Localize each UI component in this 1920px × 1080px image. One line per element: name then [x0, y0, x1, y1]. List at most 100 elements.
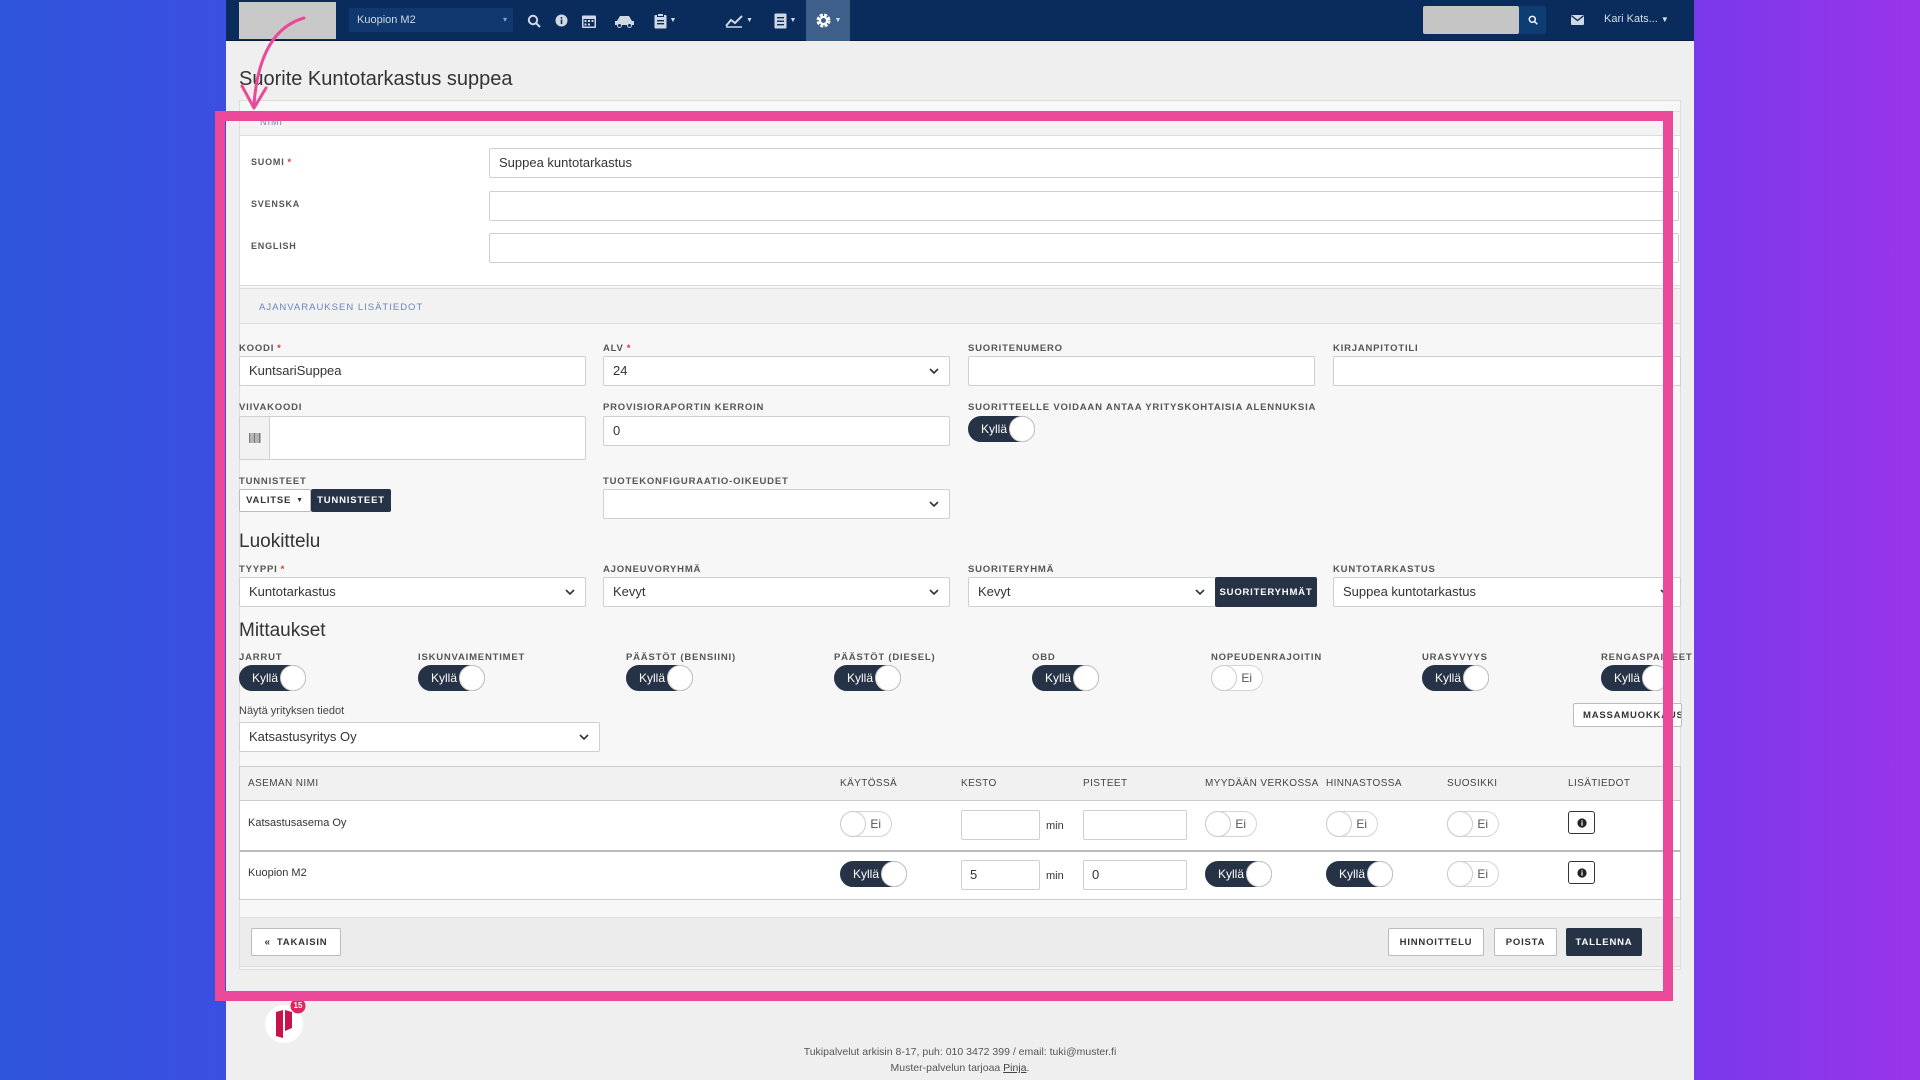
urasyvyys-toggle[interactable]: Kyllä: [1422, 665, 1489, 691]
alv-label: ALV *: [603, 343, 632, 354]
rengaspaineet-toggle[interactable]: Kyllä: [1601, 665, 1668, 691]
user-menu[interactable]: Kari Kats... ▼: [1604, 13, 1669, 25]
back-button[interactable]: « TAKAISIN: [251, 928, 341, 956]
chevron-down-icon: [1660, 589, 1670, 596]
station-name: Katsastusasema Oy: [248, 817, 347, 829]
gear-icon[interactable]: ▼: [806, 0, 850, 41]
tyyppi-select-value: Kuntotarkastus: [249, 584, 336, 599]
kirjanpitotili-input[interactable]: [1333, 356, 1681, 386]
toggle-label: Ei: [1235, 817, 1246, 831]
ajoneuvoryhma-select[interactable]: Kevyt: [603, 577, 950, 607]
chevron-down-icon: ▼: [746, 17, 753, 24]
toggle-knob: [1447, 811, 1473, 837]
company-label: Näytä yrityksen tiedot: [239, 705, 345, 717]
mittaukset-heading: Mittaukset: [239, 620, 326, 641]
chart-icon[interactable]: ▼: [717, 0, 761, 41]
measurement-label: PÄÄSTÖT (DIESEL): [834, 652, 936, 663]
booking-info-panel[interactable]: AJANVARAUKSEN LISÄTIEDOT: [239, 288, 1681, 324]
verkossa-toggle[interactable]: Ei: [1205, 811, 1257, 837]
clipboard-icon[interactable]: ▼: [645, 0, 685, 41]
search-icon[interactable]: [1519, 6, 1546, 34]
toggle-knob: [1009, 416, 1035, 442]
toggle-label: Kyllä: [1614, 671, 1641, 685]
kesto-unit: min: [1046, 820, 1064, 832]
station-name: Kuopion M2: [248, 867, 307, 879]
chevron-down-icon: ▼: [669, 17, 677, 24]
kuntotarkastus-select[interactable]: Suppea kuntotarkastus: [1333, 577, 1681, 607]
toggle-knob: [1463, 665, 1489, 691]
kesto-input[interactable]: 5: [961, 860, 1040, 890]
paastot-bensiini-toggle[interactable]: Kyllä: [626, 665, 693, 691]
iskunvaimentimet-toggle[interactable]: Kyllä: [418, 665, 485, 691]
kirjanpitotili-label: KIRJANPITOTILI: [1333, 343, 1419, 354]
provider-link[interactable]: Pinja: [1003, 1062, 1026, 1074]
nopeudenrajoitin-toggle[interactable]: Ei: [1211, 665, 1263, 691]
provider-info: Muster-palvelun tarjoaa Pinja.: [226, 1062, 1694, 1074]
pointer-arrow-icon: [240, 16, 306, 110]
chevron-down-icon: [1195, 589, 1205, 596]
global-search-input[interactable]: [1423, 6, 1519, 34]
pricing-button[interactable]: HINNOITTELU: [1388, 928, 1484, 956]
booking-info-label[interactable]: AJANVARAUKSEN LISÄTIEDOT: [259, 302, 423, 313]
hinnastossa-toggle[interactable]: Ei: [1326, 811, 1378, 837]
pisteet-input[interactable]: [1083, 810, 1187, 840]
chevron-down-icon: ▼: [1660, 15, 1669, 24]
viivakoodi-field[interactable]: [239, 416, 586, 460]
info-icon[interactable]: [1568, 861, 1595, 884]
suosikki-toggle[interactable]: Ei: [1447, 861, 1499, 887]
chevron-down-icon: [565, 589, 575, 596]
alv-select[interactable]: 24: [603, 356, 950, 386]
company-select-value: Katsastusyritys Oy: [249, 729, 357, 744]
pisteet-input[interactable]: 0: [1083, 860, 1187, 890]
jarrut-toggle[interactable]: Kyllä: [239, 665, 306, 691]
verkossa-toggle[interactable]: Kyllä: [1205, 861, 1272, 887]
kesto-input[interactable]: [961, 810, 1040, 840]
provisio-input[interactable]: 0: [603, 416, 950, 446]
massamuokkaus-button[interactable]: MASSAMUOKKAUS: [1573, 703, 1682, 727]
kaytossa-toggle[interactable]: Ei: [840, 811, 892, 837]
svenska-input[interactable]: [489, 191, 1679, 221]
calendar-icon[interactable]: [572, 0, 606, 41]
chevron-down-icon: ▼: [834, 17, 842, 24]
kaytossa-toggle[interactable]: Kyllä: [840, 861, 907, 887]
company-select[interactable]: Katsastusyritys Oy: [239, 722, 600, 752]
suoriteryhmat-button[interactable]: SUORITERYHMÄT: [1215, 577, 1317, 607]
delete-button[interactable]: POISTA: [1494, 928, 1557, 956]
tyyppi-select[interactable]: Kuntotarkastus: [239, 577, 586, 607]
suoriteryhma-label: SUORITERYHMÄ: [968, 564, 1055, 575]
column-header: ASEMAN NIMI: [248, 778, 319, 789]
koodi-input[interactable]: KuntsariSuppea: [239, 356, 586, 386]
name-panel-header: NIMI: [240, 112, 1680, 136]
mail-icon[interactable]: [1571, 12, 1584, 30]
info-icon[interactable]: [1568, 811, 1595, 834]
document-icon[interactable]: ▼: [765, 0, 805, 41]
ajoneuvoryhma-select-value: Kevyt: [613, 584, 646, 599]
english-input[interactable]: [489, 233, 1679, 263]
measurement-label: ISKUNVAIMENTIMET: [418, 652, 526, 663]
paastot-diesel-toggle[interactable]: Kyllä: [834, 665, 901, 691]
suoriteryhma-select[interactable]: Kevyt: [968, 577, 1216, 607]
provisio-label: PROVISIORAPORTIN KERROIN: [603, 402, 765, 413]
kesto-unit: min: [1046, 870, 1064, 882]
save-button[interactable]: TALLENNA: [1566, 928, 1642, 956]
back-button-label: TAKAISIN: [276, 936, 328, 948]
valitse-button[interactable]: VALITSE ▼: [239, 489, 311, 512]
suomi-input[interactable]: Suppea kuntotarkastus: [489, 148, 1679, 178]
hinnastossa-toggle[interactable]: Kyllä: [1326, 861, 1393, 887]
top-navigation: Kuopion M2 ▾ ▼ ▼ ▼ ▼ Kari Kats... ▼: [226, 0, 1694, 41]
column-header: LISÄTIEDOT: [1568, 778, 1631, 789]
column-header: MYYDÄÄN VERKOSSA: [1205, 778, 1319, 789]
tunnisteet-button[interactable]: TUNNISTEET: [311, 489, 391, 512]
support-info: Tukipalvelut arkisin 8-17, puh: 010 3472…: [803, 1046, 1117, 1058]
alennus-toggle[interactable]: Kyllä: [968, 416, 1035, 442]
tuotekonfig-select[interactable]: [603, 489, 950, 519]
measurement-label: RENGASPAINEET: [1601, 652, 1693, 663]
suosikki-toggle[interactable]: Ei: [1447, 811, 1499, 837]
obd-toggle[interactable]: Kyllä: [1032, 665, 1099, 691]
suoritenumero-input[interactable]: [968, 356, 1315, 386]
toggle-label: Kyllä: [1435, 671, 1462, 685]
location-select[interactable]: Kuopion M2 ▾: [349, 8, 513, 32]
notification-badge-icon[interactable]: 15: [264, 998, 308, 1046]
chevron-down-icon: ▾: [502, 15, 507, 24]
car-icon[interactable]: [605, 0, 645, 41]
